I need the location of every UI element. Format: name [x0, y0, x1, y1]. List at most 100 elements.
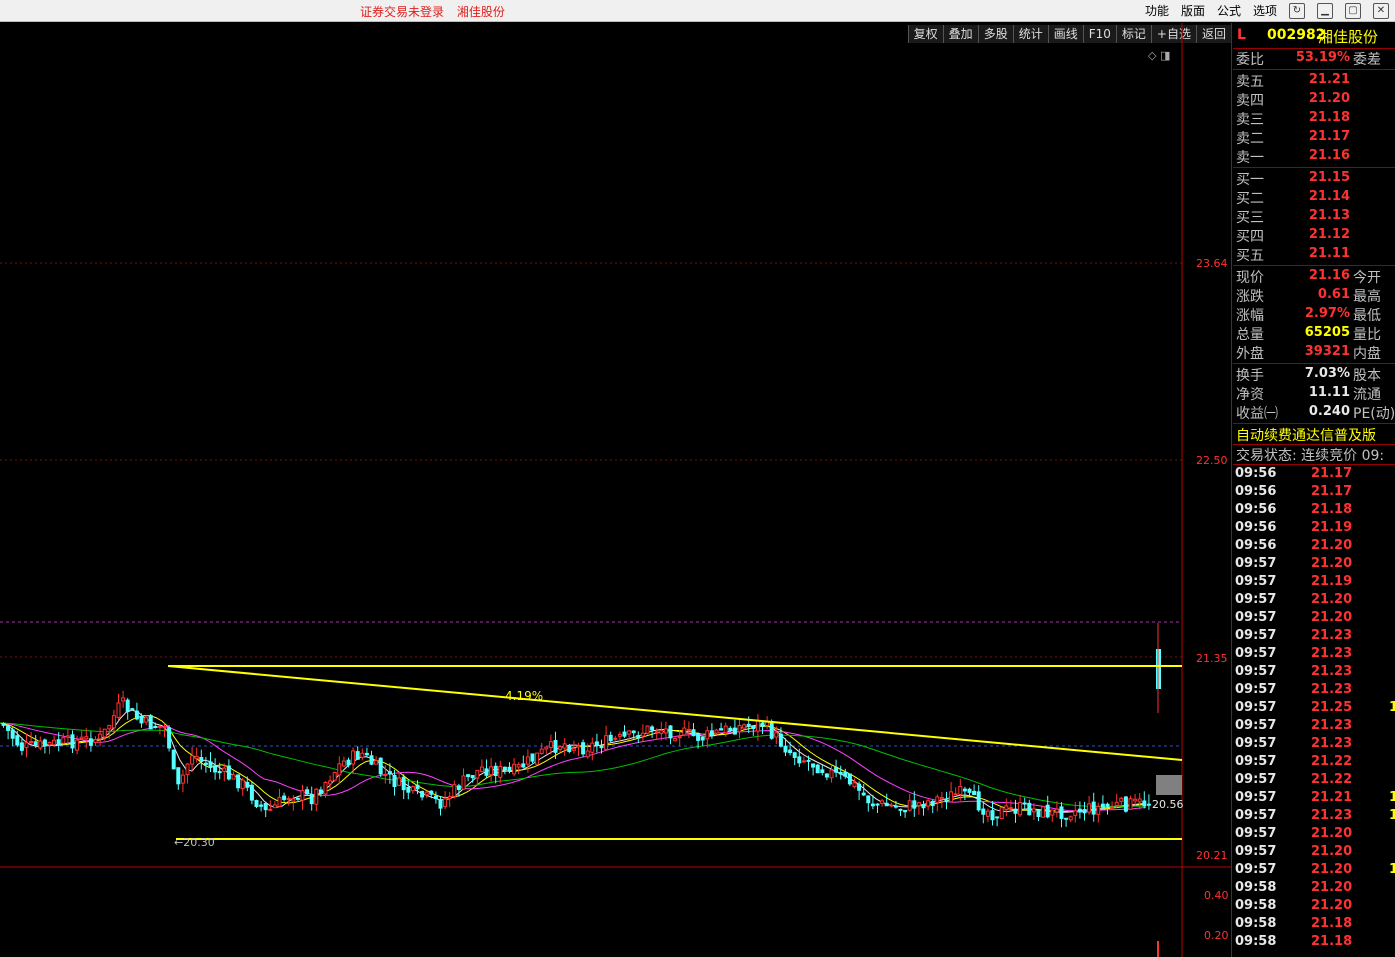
stock-name[interactable]: 湘佳股份	[1318, 26, 1378, 47]
tick-time: 09:57	[1235, 862, 1277, 877]
buy-level: 买五 21.11	[1233, 245, 1395, 264]
candle-body	[410, 786, 415, 792]
tick-row: 09:57 21.20	[1233, 555, 1395, 573]
tick-time: 09:58	[1235, 898, 1277, 913]
candle-body	[291, 798, 296, 802]
candle-body	[461, 775, 466, 790]
notice-banner[interactable]: 自动续费通达信普及版	[1233, 425, 1395, 445]
menu-function[interactable]: 功能	[1145, 2, 1169, 19]
candle-body	[507, 766, 512, 772]
buy-level-label: 买三	[1236, 210, 1264, 226]
candle-body	[1031, 808, 1036, 813]
candle-body	[581, 742, 586, 755]
tick-list[interactable]: 09:56 21.17 09:56 21.17 09:56 21.18 09:56 21.19…	[1233, 465, 1395, 951]
candle-body	[939, 797, 944, 800]
stat-row: 外盘 39321 内盘	[1233, 343, 1395, 362]
candle-body	[484, 768, 489, 776]
candle-body	[392, 774, 397, 788]
tick-time: 09:56	[1235, 466, 1277, 481]
sell-level-label: 卖四	[1236, 93, 1264, 109]
buy-level-value: 21.13	[1308, 208, 1350, 223]
candle-body	[259, 804, 264, 807]
candle-body	[328, 780, 333, 785]
tick-time: 09:57	[1235, 700, 1277, 715]
stock-code[interactable]: 002982	[1267, 27, 1325, 43]
tick-row: 09:57 21.23 1	[1233, 807, 1395, 825]
candle-body	[102, 728, 107, 738]
stat-row: 总量 65205 量比	[1233, 324, 1395, 343]
candle-body	[406, 786, 411, 793]
candle-body	[1133, 798, 1138, 802]
candle-body	[608, 734, 613, 742]
candle-body	[1128, 798, 1133, 810]
quote-panel: L 002982 湘佳股份 委比 53.19% 委差 卖五 21.21 卖四 21.2…	[1233, 23, 1395, 957]
candle-body	[866, 795, 871, 804]
candle-body	[332, 771, 337, 781]
refresh-icon[interactable]: ↻	[1289, 2, 1305, 19]
candle-body	[438, 799, 443, 809]
price-highlight-box	[1156, 775, 1182, 795]
candle-body	[475, 769, 480, 779]
candle-body	[1013, 808, 1018, 814]
stat-row-label2: 内盘	[1353, 346, 1381, 362]
candle-body	[443, 798, 448, 808]
kline-chart-panel[interactable]: 复权 叠加 多股 统计 画线 F10 标记 +自选 返回 23.64 22.50…	[0, 23, 1232, 957]
stat-row-label2: PE(动)	[1353, 406, 1395, 422]
tick-row: 09:56 21.17	[1233, 483, 1395, 501]
candle-body	[1146, 803, 1151, 806]
candle-body	[383, 774, 388, 777]
tick-row: 09:56 21.20	[1233, 537, 1395, 555]
candle-body	[847, 773, 852, 785]
candle-body	[705, 730, 710, 740]
candle-body	[346, 759, 351, 766]
candle-body	[719, 728, 724, 731]
candle-body	[663, 728, 668, 734]
close-icon[interactable]: ✕	[1373, 2, 1389, 19]
candle-body	[157, 725, 162, 728]
buy-level-label: 买一	[1236, 172, 1264, 188]
y-tick-label: 22.50	[1196, 454, 1228, 467]
menu-options[interactable]: 选项	[1253, 2, 1277, 19]
stat-row-label2: 今开	[1353, 270, 1381, 286]
tick-time: 09:57	[1235, 664, 1277, 679]
tick-time: 09:56	[1235, 484, 1277, 499]
candle-body	[1073, 810, 1078, 816]
tick-row: 09:57 21.23	[1233, 627, 1395, 645]
candle-body	[489, 766, 494, 776]
tick-row: 09:58 21.20	[1233, 897, 1395, 915]
tick-row: 09:58 21.18	[1233, 933, 1395, 951]
tick-price: 21.20	[1311, 880, 1353, 895]
candle-body	[700, 736, 705, 741]
candle-body	[544, 746, 549, 750]
candle-body	[29, 740, 34, 744]
tick-price: 21.20	[1311, 862, 1353, 877]
candle-body	[433, 795, 438, 800]
candle-body	[1077, 808, 1082, 813]
candle-body	[778, 733, 783, 747]
candle-body	[295, 797, 300, 800]
menu-layout[interactable]: 版面	[1181, 2, 1205, 19]
candle-body	[585, 750, 590, 758]
buy-level-value: 21.15	[1308, 170, 1350, 185]
chart-settings-icon[interactable]: ◇ ◨	[1148, 49, 1170, 62]
candle-body	[792, 752, 797, 758]
candle-body	[493, 765, 498, 777]
menu-formula[interactable]: 公式	[1217, 2, 1241, 19]
candle-body	[1110, 806, 1115, 809]
candle-body	[995, 816, 1000, 819]
weibi-value: 53.19%	[1295, 50, 1350, 65]
candle-body	[594, 741, 599, 746]
stat-row-label: 外盘	[1236, 346, 1264, 362]
candle-body	[125, 699, 130, 712]
candle-body	[1050, 809, 1055, 816]
candle-body	[636, 734, 641, 739]
buy-level-value: 21.12	[1308, 227, 1350, 242]
candle-body	[843, 771, 848, 777]
kline-svg[interactable]: 23.64 22.50 21.35 20.21 0.40 0.20 ◇ ◨ 4.…	[0, 23, 1232, 957]
candle-body	[452, 784, 457, 797]
candle-body	[875, 803, 880, 806]
candle-body	[254, 800, 259, 808]
price-stats: 现价 21.16 今开 涨跌 0.61 最高 涨幅 2.97% 最低 总量 65205 量比 外盘 393…	[1233, 267, 1395, 362]
maximize-icon[interactable]: ▢	[1345, 2, 1361, 19]
minimize-icon[interactable]: ▁	[1317, 2, 1333, 19]
